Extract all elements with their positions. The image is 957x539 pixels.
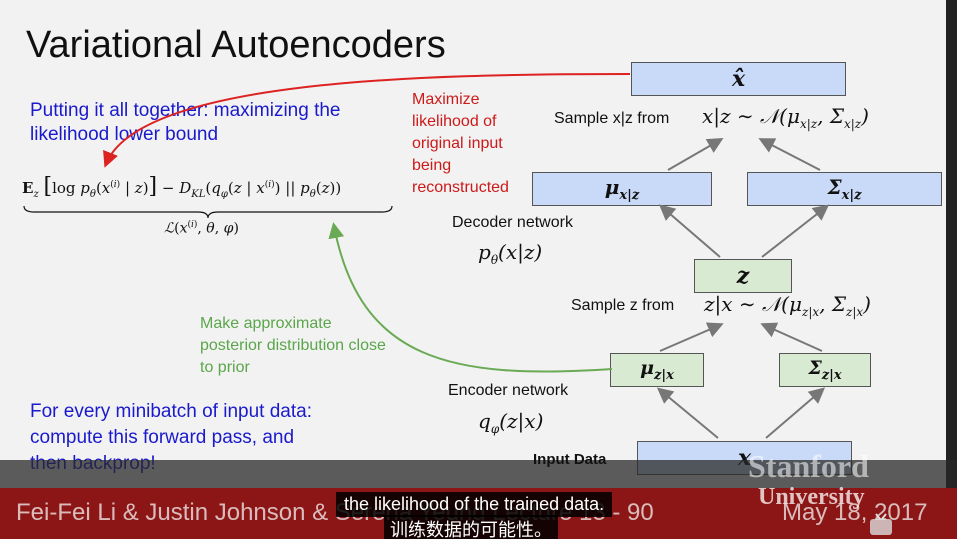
tv-icon[interactable] [868, 512, 894, 538]
university-logo-text: University [758, 484, 865, 510]
subtitle-chinese: 训练数据的可能性。 [384, 515, 558, 539]
video-frame: Variational Autoencoders Putting it all … [0, 0, 957, 539]
frame-edge [946, 0, 957, 539]
subtitle-english: the likelihood of the trained data. [336, 492, 613, 517]
stanford-logo-text: Stanford [748, 448, 869, 484]
input-data-label: Input Data [533, 451, 607, 468]
